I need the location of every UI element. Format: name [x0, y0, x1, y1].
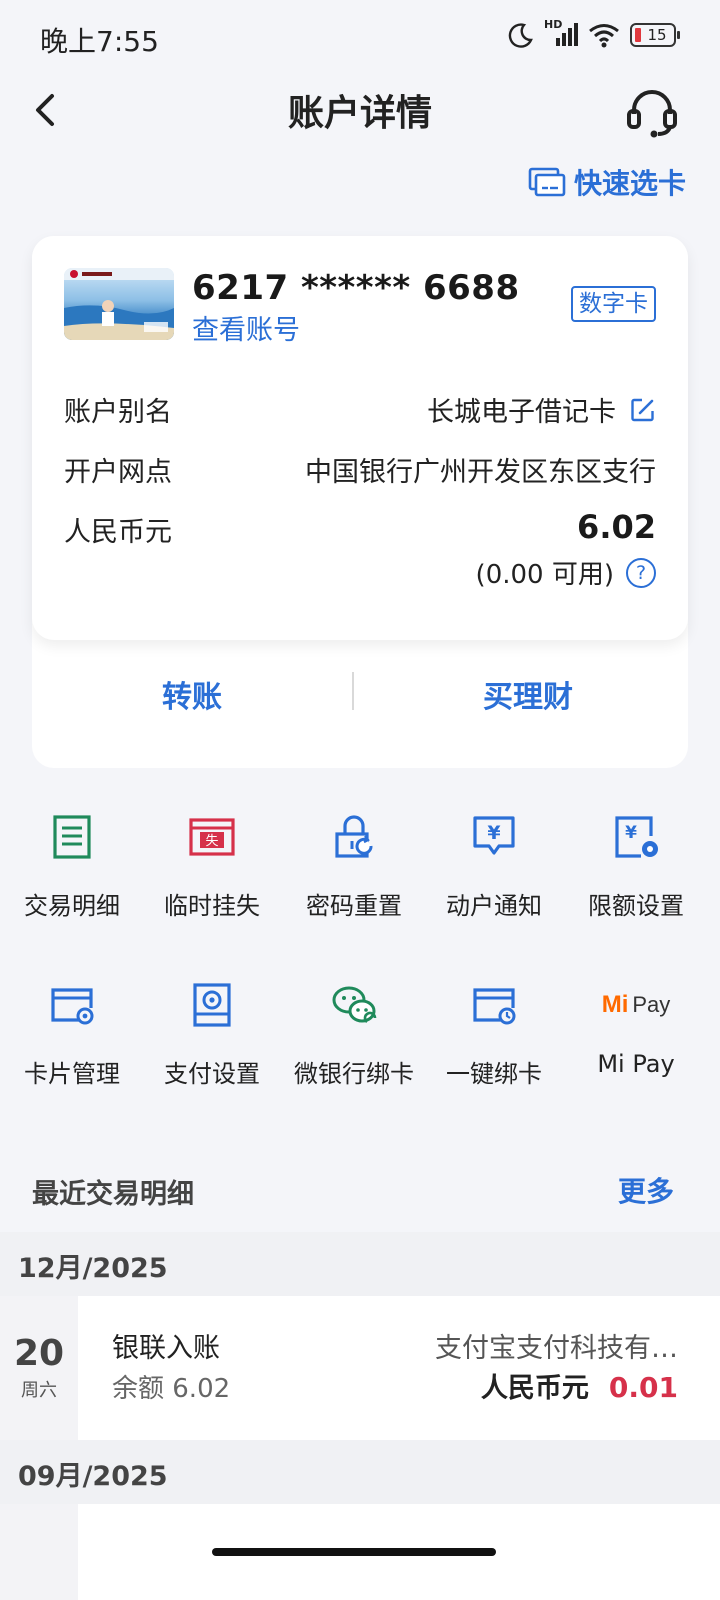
feature-label: 密码重置	[306, 892, 402, 920]
feature-label: Mi Pay	[597, 1050, 675, 1078]
account-notice-glyph: ¥	[487, 822, 500, 844]
mi-pay-icon: Mi Pay	[564, 982, 708, 1028]
month-label: 09月/2025	[18, 1461, 168, 1492]
branch-value: 中国银行广州开发区东区支行	[305, 457, 656, 488]
digital-card-badge: 数字卡	[571, 286, 656, 322]
feature-label: 限额设置	[588, 892, 684, 920]
recent-transactions-title: 最近交易明细	[32, 1179, 194, 1210]
account-card: 6217 ****** 6688 查看账号 数字卡 账户别名 长城电子借记卡 开…	[32, 236, 688, 768]
status-time: 晚上7:55	[40, 25, 159, 58]
edit-icon[interactable]	[630, 397, 656, 423]
feature-mi-pay[interactable]: Mi Pay Mi Pay	[564, 982, 708, 1078]
feature-account-notice[interactable]: ¥ 动户通知	[422, 814, 566, 921]
help-icon[interactable]: ?	[626, 557, 656, 588]
moon-icon	[508, 23, 533, 48]
transaction-row[interactable]: 20 周六 银联入账 余额 6.02 支付宝支付科技有… 人民币元 0.01	[0, 1296, 720, 1440]
card-number: 6217 ****** 6688	[192, 268, 520, 308]
month-header: 12月/2025	[0, 1232, 720, 1296]
branch-label: 开户网点	[64, 457, 172, 488]
transaction-weekday: 周六	[21, 1380, 57, 1401]
password-reset-icon	[335, 815, 373, 858]
month-header: 09月/2025	[0, 1440, 720, 1504]
feature-label: 支付设置	[164, 1060, 260, 1088]
headset-icon	[627, 90, 677, 138]
transaction-list-icon	[53, 815, 91, 859]
battery-icon: 15	[630, 23, 680, 47]
mi-pay-logo-mi: Mi	[601, 991, 629, 1018]
customer-service-button[interactable]	[624, 84, 680, 140]
feature-limit-settings[interactable]: ¥ 限额设置	[564, 814, 708, 921]
available-balance: (0.00 可用) ?	[476, 554, 656, 591]
report-loss-icon: 失	[189, 818, 235, 856]
balance-value: 6.02	[577, 508, 656, 546]
feature-label: 微银行绑卡	[294, 1060, 414, 1088]
payment-settings-icon	[193, 983, 231, 1027]
buy-wealth-button[interactable]: 买理财	[368, 672, 688, 716]
wechat-bind-icon	[332, 986, 377, 1024]
card-thumbnail	[64, 268, 174, 340]
limit-settings-glyph: ¥	[625, 823, 637, 843]
action-divider	[352, 672, 354, 710]
feature-label: 临时挂失	[164, 892, 260, 920]
transaction-amount-row: 人民币元 0.01	[481, 1366, 678, 1405]
more-link[interactable]: 更多	[618, 1170, 674, 1210]
quick-bind-icon	[473, 988, 516, 1025]
feature-label: 交易明细	[24, 892, 120, 920]
report-loss-glyph: 失	[205, 834, 218, 849]
quick-select-label: 快速选卡	[573, 167, 686, 200]
feature-label: 卡片管理	[24, 1060, 120, 1088]
transaction-day: 20	[13, 1333, 65, 1374]
account-notice-icon: ¥	[473, 816, 515, 855]
transaction-merchant: 支付宝支付科技有…	[435, 1333, 678, 1364]
feature-quick-bind[interactable]: 一键绑卡	[422, 982, 566, 1089]
account-info-panel: 6217 ****** 6688 查看账号 数字卡 账户别名 长城电子借记卡 开…	[32, 236, 688, 640]
feature-report-loss[interactable]: 失 临时挂失	[140, 814, 284, 921]
transaction-balance: 余额 6.02	[112, 1374, 231, 1404]
transaction-amount: 0.01	[608, 1371, 678, 1404]
transaction-currency: 人民币元	[480, 1373, 589, 1404]
feature-card-management[interactable]: 卡片管理	[0, 982, 144, 1089]
feature-password-reset[interactable]: 密码重置	[282, 814, 426, 921]
feature-wechat-bind[interactable]: 微银行绑卡	[282, 982, 426, 1089]
view-account-link[interactable]: 查看账号	[192, 308, 300, 347]
feature-transaction-details[interactable]: 交易明细	[0, 814, 144, 921]
available-text: (0.00 可用)	[475, 560, 614, 590]
transaction-date: 20 周六	[0, 1296, 78, 1440]
alias-value-row[interactable]: 长城电子借记卡	[427, 390, 656, 429]
signal-icon: HD	[544, 18, 578, 48]
month-label: 12月/2025	[18, 1253, 168, 1284]
transfer-button[interactable]: 转账	[32, 672, 352, 716]
feature-label: 一键绑卡	[446, 1060, 542, 1088]
status-icons: HD 15	[508, 18, 680, 48]
home-indicator[interactable]	[212, 1548, 496, 1556]
card-select-icon	[528, 167, 566, 197]
transaction-type: 银联入账	[112, 1333, 220, 1364]
battery-level: 15	[647, 26, 667, 44]
quick-select-card-button[interactable]: 快速选卡	[528, 162, 686, 202]
wifi-icon	[589, 24, 619, 48]
feature-payment-settings[interactable]: 支付设置	[140, 982, 284, 1089]
card-management-icon	[51, 988, 94, 1025]
alias-value: 长城电子借记卡	[427, 397, 616, 428]
mi-pay-logo-pay: Pay	[632, 992, 671, 1017]
feature-label: 动户通知	[446, 892, 542, 920]
alias-label: 账户别名	[64, 397, 172, 428]
currency-label: 人民币元	[64, 517, 172, 548]
limit-settings-icon: ¥	[615, 816, 658, 858]
page-title: 账户详情	[287, 93, 432, 134]
